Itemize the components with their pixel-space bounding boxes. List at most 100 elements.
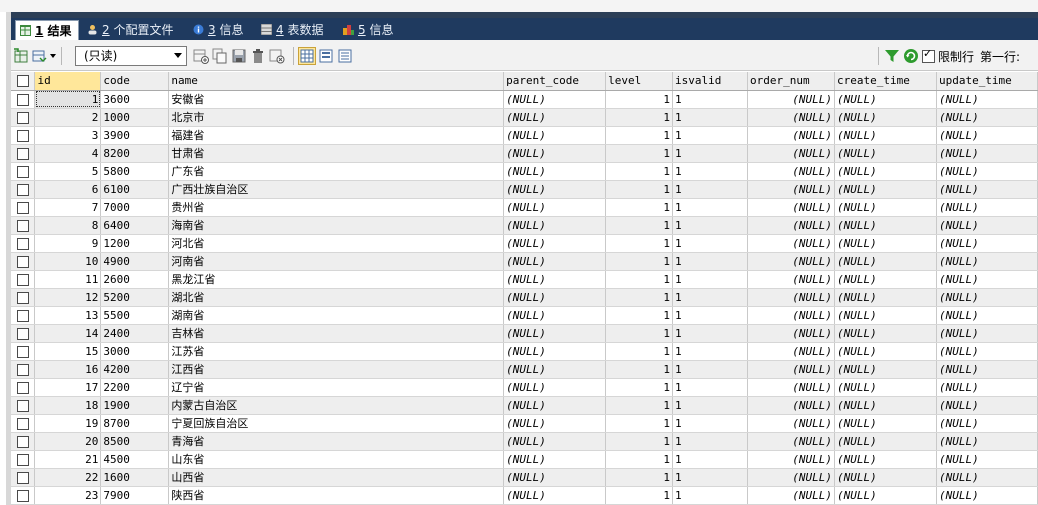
cell-order_num[interactable]: (NULL) — [747, 378, 835, 397]
cell-update_time[interactable]: (NULL) — [936, 414, 1038, 433]
row-select-checkbox[interactable] — [11, 126, 36, 145]
cell-code[interactable]: 1600 — [100, 468, 170, 487]
row-select-checkbox[interactable] — [11, 324, 36, 343]
readonly-mode-select[interactable]: (只读) — [75, 46, 187, 66]
cell-isvalid[interactable]: 1 — [672, 414, 749, 433]
cell-update_time[interactable]: (NULL) — [936, 180, 1038, 199]
cell-parent_code[interactable]: (NULL) — [503, 270, 607, 289]
table-row[interactable]: 10 4900 河南省 (NULL) 1 1 (NULL) (NULL) (NULL) — [11, 252, 1038, 271]
cell-isvalid[interactable]: 1 — [672, 216, 749, 235]
checkbox-box[interactable] — [16, 381, 29, 394]
cell-level[interactable]: 1 — [605, 198, 674, 217]
checkbox-box[interactable] — [16, 363, 29, 376]
cell-code[interactable]: 3000 — [100, 342, 170, 361]
cell-isvalid[interactable]: 1 — [672, 234, 749, 253]
cell-order_num[interactable]: (NULL) — [747, 90, 835, 109]
cell-update_time[interactable]: (NULL) — [936, 378, 1038, 397]
checkbox-box[interactable] — [16, 111, 29, 124]
cell-code[interactable]: 6400 — [100, 216, 170, 235]
cell-name[interactable]: 湖南省 — [168, 306, 505, 325]
row-select-checkbox[interactable] — [11, 144, 36, 163]
cell-create_time[interactable]: (NULL) — [834, 90, 937, 109]
table-row[interactable]: 11 2600 黑龙江省 (NULL) 1 1 (NULL) (NULL) (NULL) — [11, 270, 1038, 289]
cell-update_time[interactable]: (NULL) — [936, 342, 1038, 361]
cell-name[interactable]: 陕西省 — [168, 486, 505, 505]
table-row[interactable]: 8 6400 海南省 (NULL) 1 1 (NULL) (NULL) (NULL) — [11, 216, 1038, 235]
cell-update_time[interactable]: (NULL) — [936, 360, 1038, 379]
cell-id[interactable]: 23 — [34, 486, 102, 505]
cell-level[interactable]: 1 — [605, 360, 674, 379]
column-header[interactable]: order_num — [747, 72, 835, 91]
cell-parent_code[interactable]: (NULL) — [503, 432, 607, 451]
cell-parent_code[interactable]: (NULL) — [503, 144, 607, 163]
cell-code[interactable]: 5200 — [100, 288, 170, 307]
tab-table-data[interactable]: 4 表数据 — [257, 20, 335, 40]
table-row[interactable]: 20 8500 青海省 (NULL) 1 1 (NULL) (NULL) (NULL) — [11, 432, 1038, 451]
cell-parent_code[interactable]: (NULL) — [503, 252, 607, 271]
cell-order_num[interactable]: (NULL) — [747, 234, 835, 253]
checkbox-box[interactable] — [16, 417, 29, 430]
cell-id[interactable]: 21 — [34, 450, 102, 469]
cell-order_num[interactable]: (NULL) — [747, 486, 835, 505]
cell-parent_code[interactable]: (NULL) — [503, 468, 607, 487]
cell-name[interactable]: 辽宁省 — [168, 378, 505, 397]
cell-name[interactable]: 吉林省 — [168, 324, 505, 343]
cell-code[interactable]: 8500 — [100, 432, 170, 451]
cell-create_time[interactable]: (NULL) — [834, 270, 937, 289]
cell-code[interactable]: 7000 — [100, 198, 170, 217]
cell-order_num[interactable]: (NULL) — [747, 414, 835, 433]
cell-level[interactable]: 1 — [605, 432, 674, 451]
cell-id[interactable]: 19 — [34, 414, 102, 433]
checkbox-box[interactable] — [16, 237, 29, 250]
row-select-checkbox[interactable] — [11, 378, 36, 397]
row-select-checkbox[interactable] — [11, 216, 36, 235]
cell-name[interactable]: 海南省 — [168, 216, 505, 235]
row-select-checkbox[interactable] — [11, 414, 36, 433]
column-header[interactable]: create_time — [834, 72, 937, 91]
cell-create_time[interactable]: (NULL) — [834, 468, 937, 487]
row-select-checkbox[interactable] — [11, 360, 36, 379]
cell-isvalid[interactable]: 1 — [672, 180, 749, 199]
cell-order_num[interactable]: (NULL) — [747, 180, 835, 199]
cell-isvalid[interactable]: 1 — [672, 126, 749, 145]
cell-create_time[interactable]: (NULL) — [834, 144, 937, 163]
cell-code[interactable]: 1000 — [100, 108, 170, 127]
cell-code[interactable]: 2400 — [100, 324, 170, 343]
cell-name[interactable]: 湖北省 — [168, 288, 505, 307]
cell-name[interactable]: 河南省 — [168, 252, 505, 271]
column-header[interactable]: update_time — [936, 72, 1038, 91]
table-row[interactable]: 13 5500 湖南省 (NULL) 1 1 (NULL) (NULL) (NULL) — [11, 306, 1038, 325]
cell-parent_code[interactable]: (NULL) — [503, 486, 607, 505]
cell-create_time[interactable]: (NULL) — [834, 126, 937, 145]
save-icon[interactable] — [231, 48, 247, 64]
table-row[interactable]: 1 3600 安徽省 (NULL) 1 1 (NULL) (NULL) (NULL) — [11, 90, 1038, 109]
cell-level[interactable]: 1 — [605, 486, 674, 505]
tab-history-info[interactable]: 5 信息 — [339, 20, 405, 40]
cell-id[interactable]: 11 — [34, 270, 102, 289]
cell-create_time[interactable]: (NULL) — [834, 360, 937, 379]
cell-order_num[interactable]: (NULL) — [747, 306, 835, 325]
cell-order_num[interactable]: (NULL) — [747, 108, 835, 127]
cell-code[interactable]: 1200 — [100, 234, 170, 253]
cell-create_time[interactable]: (NULL) — [834, 414, 937, 433]
cell-order_num[interactable]: (NULL) — [747, 468, 835, 487]
cell-name[interactable]: 贵州省 — [168, 198, 505, 217]
cell-isvalid[interactable]: 1 — [672, 432, 749, 451]
column-header[interactable]: isvalid — [672, 72, 749, 91]
cell-level[interactable]: 1 — [605, 144, 674, 163]
cell-isvalid[interactable]: 1 — [672, 486, 749, 505]
cell-id[interactable]: 10 — [34, 252, 102, 271]
column-header[interactable]: code — [100, 72, 170, 91]
cell-order_num[interactable]: (NULL) — [747, 450, 835, 469]
checkbox-box[interactable] — [16, 327, 29, 340]
cell-name[interactable]: 甘肃省 — [168, 144, 505, 163]
cell-name[interactable]: 广东省 — [168, 162, 505, 181]
cell-order_num[interactable]: (NULL) — [747, 360, 835, 379]
row-select-checkbox[interactable] — [11, 234, 36, 253]
row-select-checkbox[interactable] — [11, 162, 36, 181]
cell-id[interactable]: 16 — [34, 360, 102, 379]
cell-order_num[interactable]: (NULL) — [747, 270, 835, 289]
column-header[interactable]: name — [168, 72, 505, 91]
refresh-icon[interactable] — [903, 48, 919, 64]
cell-id[interactable]: 2 — [34, 108, 102, 127]
